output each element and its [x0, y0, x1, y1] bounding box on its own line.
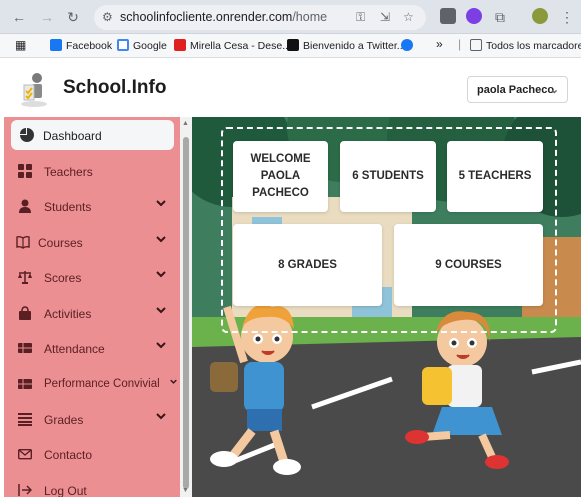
sidebar-item-label: Log Out — [44, 484, 87, 497]
url-text: schoolinfocliente.onrender.com/home — [120, 10, 328, 24]
logout-icon — [18, 484, 32, 496]
sidebar-item-performance-convivial[interactable]: Performance Convivial — [4, 369, 180, 399]
bookmark-google[interactable]: Google — [117, 39, 167, 52]
install-icon[interactable]: ⇲ — [380, 10, 390, 25]
star-icon[interactable]: ☆ — [403, 10, 414, 25]
bookmarks-bar: ▦ Facebook Google Mirella Cesa - Dese...… — [0, 34, 581, 58]
apps-grid-icon[interactable]: ▦ — [15, 38, 26, 52]
sidebar-item-contacto[interactable]: Contacto — [4, 439, 180, 469]
sidebar-item-label: Teachers — [44, 165, 93, 179]
welcome-last-name: PACHECO — [252, 187, 309, 199]
sidebar-item-label: Contacto — [44, 448, 93, 462]
youtube-icon — [174, 39, 186, 51]
address-bar[interactable]: ⚙ schoolinfocliente.onrender.com/home ⚿ … — [94, 5, 426, 30]
courses-count-card[interactable]: 9 COURSES — [394, 224, 543, 306]
teachers-count: 5 TEACHERS — [458, 170, 532, 182]
sidebar: Dashboard Teachers Students Courses Scor… — [4, 117, 180, 497]
chevron-down-icon — [156, 413, 166, 420]
more-bookmarks-icon[interactable]: » — [436, 37, 443, 51]
folder-icon — [470, 39, 482, 51]
google-icon — [117, 39, 129, 51]
x-icon — [287, 39, 299, 51]
sidebar-item-label: Courses — [38, 236, 83, 250]
courses-count: 9 COURSES — [435, 258, 502, 271]
welcome-first-name: PAOLA — [260, 170, 301, 182]
sidebar-item-label: Performance Convivial — [44, 378, 160, 390]
sidebar-item-label: Activities — [44, 307, 92, 321]
chevron-down-icon — [156, 236, 166, 243]
app-header: School.Info paola Pacheco ⌄ — [0, 59, 581, 117]
scroll-up-icon[interactable]: ▲ — [182, 120, 189, 127]
user-name: paola Pacheco — [477, 84, 555, 96]
brand-title: School.Info — [63, 77, 167, 98]
extension-download-icon[interactable] — [440, 8, 456, 24]
chevron-down-icon — [156, 200, 166, 207]
school-logo-icon — [21, 73, 47, 107]
sidebar-item-students[interactable]: Students — [4, 191, 180, 221]
bookmark-mirella[interactable]: Mirella Cesa - Dese... — [174, 39, 291, 52]
chevron-down-icon — [170, 379, 177, 384]
chevron-down-icon — [156, 307, 166, 314]
forward-icon[interactable]: → — [38, 8, 56, 26]
sidebar-item-label: Dashboard — [43, 129, 102, 143]
sidebar-scrollbar[interactable]: ▲ ▼ — [180, 117, 192, 497]
welcome-text: WELCOME — [250, 153, 311, 165]
envelope-icon — [18, 449, 32, 460]
list-icon — [18, 413, 32, 426]
bookmark-facebook-icon-only[interactable] — [401, 39, 417, 52]
sidebar-item-scores[interactable]: Scores — [4, 262, 180, 292]
sidebar-item-dashboard[interactable]: Dashboard — [11, 120, 174, 150]
welcome-card: WELCOME PAOLA PACHECO — [233, 141, 328, 212]
sidebar-item-grades[interactable]: Grades — [4, 404, 180, 434]
all-bookmarks-folder[interactable]: Todos los marcadores — [470, 39, 581, 52]
extensions-puzzle-icon[interactable]: ⧉ — [491, 8, 509, 26]
menu-icon[interactable]: ⋮ — [558, 8, 576, 26]
sidebar-item-label: Attendance — [44, 342, 105, 356]
facebook-round-icon — [401, 39, 413, 51]
reload-icon[interactable]: ↻ — [64, 8, 82, 26]
user-dropdown[interactable]: paola Pacheco ⌄ — [467, 76, 568, 103]
bookmark-twitter[interactable]: Bienvenido a Twitter... — [287, 39, 406, 52]
sidebar-item-courses[interactable]: Courses — [4, 227, 180, 257]
sidebar-item-logout[interactable]: Log Out — [4, 475, 180, 497]
sidebar-item-teachers[interactable]: Teachers — [4, 156, 180, 186]
teachers-count-card[interactable]: 5 TEACHERS — [447, 141, 543, 212]
sidebar-item-label: Scores — [44, 271, 82, 285]
chevron-down-icon: ⌄ — [549, 84, 559, 96]
sidebar-item-attendance[interactable]: Attendance — [4, 333, 180, 363]
chevron-down-icon — [156, 271, 166, 278]
students-count-card[interactable]: 6 STUDENTS — [340, 141, 436, 212]
chevron-down-icon — [156, 342, 166, 349]
scroll-down-icon[interactable]: ▼ — [182, 487, 189, 494]
person-icon — [19, 199, 31, 213]
grades-count: 8 GRADES — [278, 258, 337, 271]
grid-icon — [18, 164, 32, 178]
sidebar-item-label: Grades — [44, 413, 84, 427]
key-icon[interactable]: ⚿ — [356, 10, 365, 25]
grades-count-card[interactable]: 8 GRADES — [233, 224, 382, 306]
site-info-icon[interactable]: ⚙ — [102, 10, 113, 25]
bookmark-facebook[interactable]: Facebook — [50, 39, 112, 52]
table-icon — [18, 379, 32, 389]
sidebar-item-label: Students — [44, 200, 92, 214]
table-icon — [18, 343, 32, 353]
students-count: 6 STUDENTS — [352, 170, 424, 182]
balance-scale-icon — [18, 271, 32, 284]
profile-avatar[interactable] — [532, 8, 548, 24]
bag-icon — [19, 306, 31, 320]
scroll-thumb[interactable] — [183, 137, 189, 489]
extension-purple-icon[interactable] — [466, 8, 482, 24]
pie-chart-icon — [20, 128, 34, 142]
facebook-icon — [50, 39, 62, 51]
bookmarks-divider: | — [458, 37, 462, 51]
book-icon — [16, 235, 30, 249]
sidebar-item-activities[interactable]: Activities — [4, 298, 180, 328]
browser-toolbar: ← → ↻ ⚙ schoolinfocliente.onrender.com/h… — [0, 0, 581, 34]
back-icon[interactable]: ← — [10, 8, 28, 26]
